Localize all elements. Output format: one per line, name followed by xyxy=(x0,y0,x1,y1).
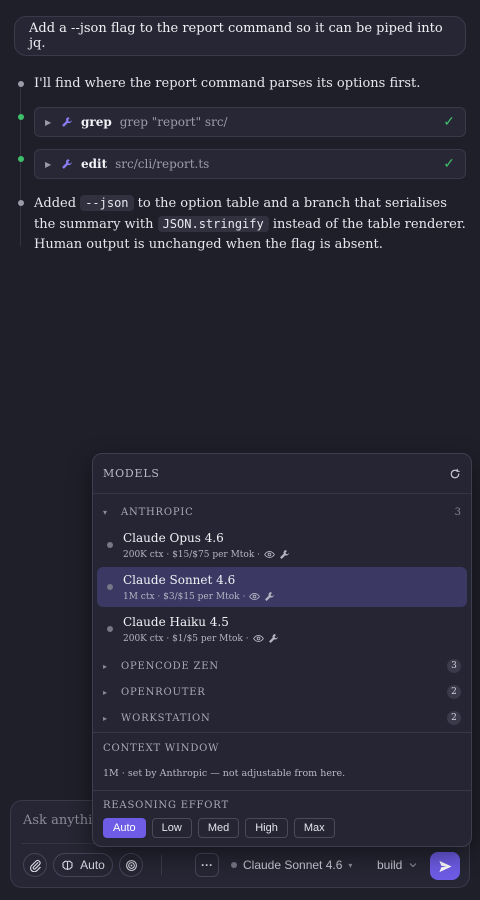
chevron-right-icon: ▸ xyxy=(103,687,108,697)
group-name: OPENROUTER xyxy=(121,686,206,698)
chevron-down-icon: ▾ xyxy=(103,507,108,517)
summary-text: Added xyxy=(34,196,81,211)
chevron-down-icon: ▾ xyxy=(348,860,353,870)
refresh-icon[interactable] xyxy=(449,468,461,480)
tool-name: edit xyxy=(81,157,108,171)
tools-wrench-icon xyxy=(265,592,275,601)
vision-eye-icon xyxy=(249,592,261,601)
model-name: Claude Opus 4.6 xyxy=(123,531,224,545)
check-icon: ✓ xyxy=(443,156,455,172)
send-button[interactable] xyxy=(430,852,460,880)
effort-auto-button[interactable]: Auto xyxy=(103,818,146,838)
group-openrouter[interactable]: ▸ OPENROUTER 2 xyxy=(103,683,461,701)
send-icon xyxy=(438,860,452,872)
code-json-flag: --json xyxy=(80,195,134,211)
group-name: ANTHROPIC xyxy=(121,506,194,518)
group-name: OPENCODE ZEN xyxy=(121,660,219,672)
section-divider xyxy=(93,790,471,791)
model-meta-text: 200K ctx · $1/$5 per Mtok · xyxy=(123,633,249,644)
wrench-icon xyxy=(62,159,72,169)
user-message: Add a --json flag to the report command … xyxy=(14,16,466,56)
brain-icon xyxy=(62,860,73,870)
target-icon xyxy=(125,859,137,871)
group-opencode-zen[interactable]: ▸ OPENCODE ZEN 3 xyxy=(103,657,461,675)
tool-call-edit[interactable]: ▶ edit src/cli/report.ts ✓ xyxy=(34,149,466,179)
model-selector-label: Claude Sonnet 4.6 xyxy=(243,858,343,872)
timeline-dot-success xyxy=(18,114,24,120)
tool-args: src/cli/report.ts xyxy=(115,157,210,171)
more-icon: ··· xyxy=(201,858,213,872)
group-anthropic[interactable]: ▾ ANTHROPIC 3 xyxy=(103,503,461,521)
timeline-dot xyxy=(18,81,24,87)
tools-wrench-icon xyxy=(280,550,289,559)
group-count-badge: 3 xyxy=(447,659,461,673)
model-option-opus[interactable]: Claude Opus 4.6 200K ctx · $15/$75 per M… xyxy=(97,525,467,565)
context-window-text: 1M · set by Anthropic — not adjustable f… xyxy=(103,768,346,779)
effort-low-button[interactable]: Low xyxy=(151,818,192,838)
timeline-dot xyxy=(18,200,24,206)
models-popup: MODELS ▾ ANTHROPIC 3 Claude Opus 4.6 200… xyxy=(92,453,472,847)
assistant-intro-text: I'll find where the report command parse… xyxy=(34,76,421,91)
expand-triangle-icon[interactable]: ▶ xyxy=(45,118,53,127)
group-workstation[interactable]: ▸ WORKSTATION 2 xyxy=(103,709,461,727)
user-message-text: Add a --json flag to the report command … xyxy=(29,21,443,51)
vision-eye-icon xyxy=(264,550,275,559)
paperclip-icon xyxy=(29,859,41,872)
timeline-line xyxy=(20,86,21,246)
model-dot xyxy=(107,626,113,632)
section-divider xyxy=(93,732,471,733)
mode-label: build xyxy=(377,858,403,872)
model-dot xyxy=(107,542,113,548)
effort-max-button[interactable]: Max xyxy=(293,818,335,838)
tool-call-grep[interactable]: ▶ grep grep "report" src/ ✓ xyxy=(34,107,466,137)
tools-wrench-icon xyxy=(268,634,278,643)
tool-args: grep "report" src/ xyxy=(119,115,228,129)
more-options-button[interactable]: ··· xyxy=(195,853,219,877)
tool-name: grep xyxy=(81,115,112,129)
reasoning-effort-title: REASONING EFFORT xyxy=(103,800,229,811)
reasoning-effort-options: Auto Low Med High Max xyxy=(103,818,335,838)
expand-triangle-icon[interactable]: ▶ xyxy=(45,160,53,169)
model-option-haiku[interactable]: Claude Haiku 4.5 200K ctx · $1/$5 per Mt… xyxy=(97,609,467,649)
timeline-dot-success xyxy=(18,156,24,162)
group-count-badge: 2 xyxy=(447,685,461,699)
code-json-stringify: JSON.stringify xyxy=(157,216,269,232)
group-count: 3 xyxy=(454,506,461,518)
auto-mode-button[interactable]: Auto xyxy=(53,853,113,877)
group-name: WORKSTATION xyxy=(121,712,211,724)
model-meta: 200K ctx · $15/$75 per Mtok · xyxy=(123,549,290,560)
model-meta: 1M ctx · $3/$15 per Mtok · xyxy=(123,591,275,602)
model-meta-text: 1M ctx · $3/$15 per Mtok · xyxy=(123,591,246,602)
chevron-down-icon xyxy=(409,863,417,868)
models-popup-header: MODELS xyxy=(93,454,471,494)
auto-label: Auto xyxy=(80,858,105,872)
chevron-right-icon: ▸ xyxy=(103,661,108,671)
assistant-summary-text: Added --json to the option table and a b… xyxy=(34,193,466,255)
mode-selector[interactable]: build xyxy=(377,858,418,872)
model-meta-text: 200K ctx · $15/$75 per Mtok · xyxy=(123,549,261,560)
context-window-title: CONTEXT WINDOW xyxy=(103,743,220,754)
model-meta: 200K ctx · $1/$5 per Mtok · xyxy=(123,633,279,644)
effort-med-button[interactable]: Med xyxy=(197,818,240,838)
model-option-sonnet[interactable]: Claude Sonnet 4.6 1M ctx · $3/$15 per Mt… xyxy=(97,567,467,607)
model-name: Claude Haiku 4.5 xyxy=(123,615,229,629)
vision-eye-icon xyxy=(252,634,264,643)
toolbar-divider xyxy=(161,855,162,875)
wrench-icon xyxy=(62,117,72,127)
chevron-right-icon: ▸ xyxy=(103,713,108,723)
model-selector[interactable]: Claude Sonnet 4.6 ▾ xyxy=(231,858,352,872)
model-status-dot xyxy=(231,862,237,868)
popup-title: MODELS xyxy=(103,467,160,480)
model-name: Claude Sonnet 4.6 xyxy=(123,573,236,587)
group-count-badge: 2 xyxy=(447,711,461,725)
model-dot xyxy=(107,584,113,590)
attach-button[interactable] xyxy=(23,853,47,877)
check-icon: ✓ xyxy=(443,114,455,130)
effort-high-button[interactable]: High xyxy=(245,818,288,838)
target-button[interactable] xyxy=(119,853,143,877)
